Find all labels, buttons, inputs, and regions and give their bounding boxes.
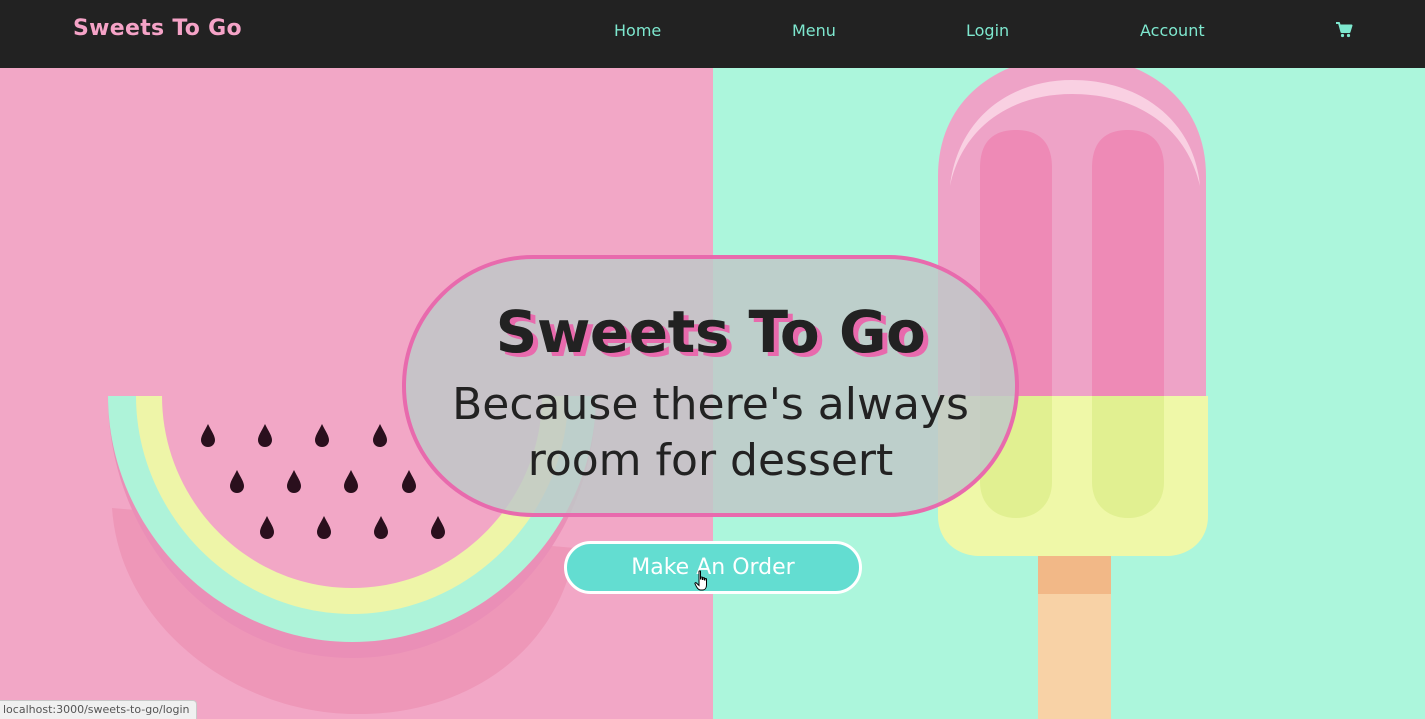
hero-section: Sweets To Go Because there's always room… bbox=[0, 68, 1425, 719]
status-bar-url: localhost:3000/sweets-to-go/login bbox=[0, 700, 197, 719]
hero-subtitle-line-1: Because there's always bbox=[452, 379, 969, 430]
hero-title: Sweets To Go bbox=[495, 298, 926, 366]
nav-menu-link[interactable]: Menu bbox=[792, 21, 836, 40]
make-an-order-button[interactable]: Make An Order bbox=[564, 541, 862, 594]
page: Sweets To Go Home Menu Login Account Swe… bbox=[0, 0, 1425, 719]
hero-subtitle-line-2: room for dessert bbox=[527, 435, 894, 486]
hero-tagline-box: Sweets To Go Because there's always room… bbox=[402, 255, 1019, 517]
nav-login-link[interactable]: Login bbox=[966, 21, 1009, 40]
brand-link[interactable]: Sweets To Go bbox=[73, 16, 242, 41]
nav-home-link[interactable]: Home bbox=[614, 21, 661, 40]
hand-pointer-icon bbox=[694, 570, 707, 591]
nav-account-link[interactable]: Account bbox=[1140, 21, 1205, 40]
shopping-cart-icon[interactable] bbox=[1335, 21, 1353, 39]
navbar: Sweets To Go Home Menu Login Account bbox=[0, 0, 1425, 68]
